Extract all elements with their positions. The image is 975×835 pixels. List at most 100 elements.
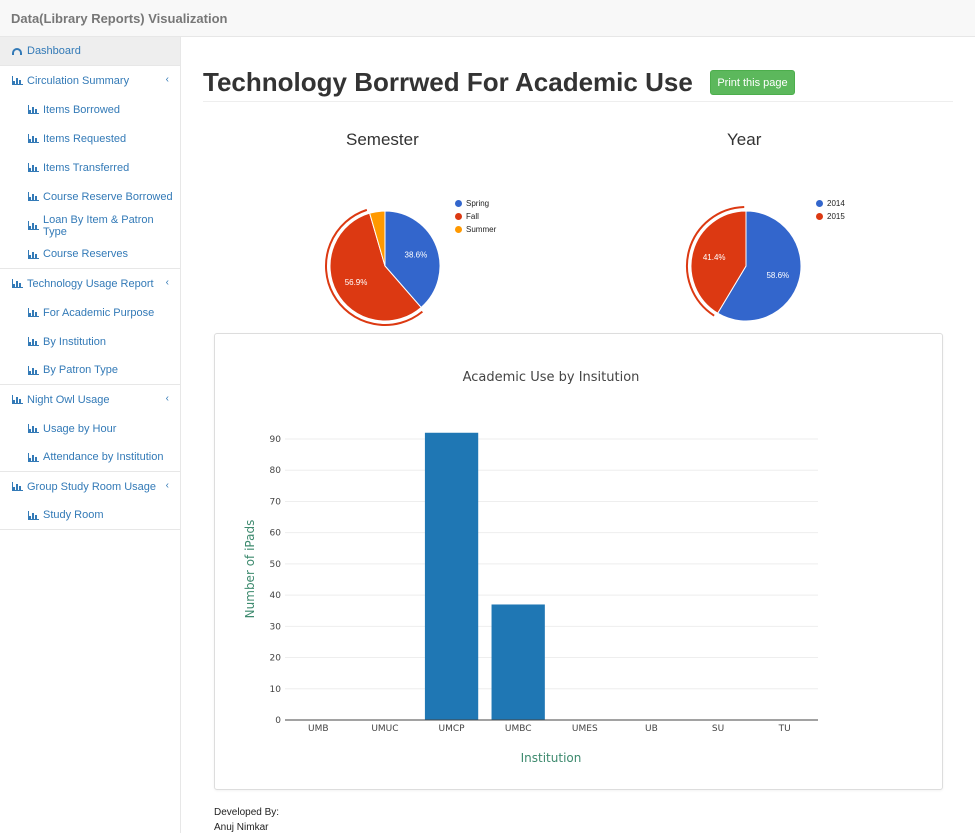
- sidebar-item-attendance-by-institution[interactable]: Attendance by Institution: [0, 443, 180, 472]
- bar-chart-title: Academic Use by Insitution: [463, 370, 640, 385]
- sidebar-item-label: Study Room: [43, 509, 104, 521]
- bar-umcp[interactable]: [424, 432, 479, 720]
- bar-chart-icon: [28, 365, 39, 375]
- bar-chart-icon: [28, 424, 39, 433]
- sidebar-item-label: Technology Usage Report: [27, 277, 154, 290]
- sidebar-item-loan-by-item-patron-type[interactable]: Loan By Item & Patron Type: [0, 211, 180, 240]
- bar-chart-icon: [28, 221, 39, 230]
- sidebar-item-label: Night Owl Usage: [27, 393, 110, 406]
- x-tick-label: UB: [645, 724, 658, 734]
- y-tick-label: 80: [270, 466, 282, 476]
- sidebar-item-label: Items Requested: [43, 132, 127, 145]
- x-tick-label: UMUC: [371, 724, 398, 734]
- sidebar-item-group-study-room-usage[interactable]: Group Study Room Usage ‹: [0, 472, 180, 501]
- chevron-left-icon[interactable]: ‹: [166, 74, 169, 85]
- x-tick-label: UMBC: [505, 724, 532, 734]
- sidebar-item-by-institution[interactable]: By Institution: [0, 327, 180, 356]
- sidebar-item-course-reserves[interactable]: Course Reserves: [0, 240, 180, 269]
- y-axis-label: Number of iPads: [243, 520, 257, 619]
- sidebar-item-night-owl-usage[interactable]: Night Owl Usage ‹: [0, 385, 180, 414]
- footer-developed-by: Developed By:: [214, 807, 280, 818]
- x-tick-label: TU: [778, 724, 791, 734]
- top-navbar: Data(Library Reports) Visualization: [0, 0, 975, 37]
- sidebar-item-usage-by-hour[interactable]: Usage by Hour: [0, 414, 180, 443]
- pie-data-label: 56.9%: [345, 278, 368, 287]
- bar-chart-icon: [12, 395, 23, 404]
- y-tick-label: 90: [270, 435, 282, 445]
- sidebar-item-for-academic-purpose[interactable]: For Academic Purpose: [0, 298, 180, 327]
- y-tick-label: 40: [270, 591, 282, 601]
- legend-label: Summer: [466, 225, 497, 234]
- year-chart-title: Year: [727, 130, 762, 149]
- sidebar-item-label: By Patron Type: [43, 364, 119, 376]
- bar-chart-icon: [28, 249, 39, 259]
- x-axis-label: Institution: [521, 751, 582, 765]
- print-button[interactable]: Print this page: [710, 70, 795, 95]
- y-tick-label: 50: [270, 560, 282, 570]
- sidebar-item-dashboard[interactable]: Dashboard: [0, 37, 180, 66]
- academic-use-bar-chart: Academic Use by Insitution 0 10 20 30 40 50 60 7…: [243, 370, 818, 765]
- sidebar-item-items-requested[interactable]: Items Requested: [0, 124, 180, 153]
- sidebar-item-label: Usage by Hour: [43, 422, 117, 435]
- x-tick-label: UMCP: [439, 724, 466, 734]
- chevron-left-icon[interactable]: ‹: [166, 393, 169, 404]
- sidebar-item-technology-usage-report[interactable]: Technology Usage Report ‹: [0, 269, 180, 298]
- bar-chart-card: Academic Use by Insitution 0 10 20 30 40 50 60 7…: [214, 333, 943, 790]
- app-brand[interactable]: Data(Library Reports) Visualization: [11, 11, 227, 26]
- legend-swatch: [455, 200, 462, 207]
- bar-chart-icon: [28, 337, 39, 346]
- pie-data-label: 58.6%: [766, 271, 789, 280]
- legend-swatch: [455, 213, 462, 220]
- legend-item[interactable]: Summer: [455, 223, 496, 236]
- year-pie-chart: 58.6% 41.4%: [686, 206, 802, 322]
- bar-chart-icon: [28, 510, 39, 520]
- sidebar-item-label: Items Transferred: [43, 161, 130, 174]
- chevron-left-icon[interactable]: ‹: [166, 480, 169, 491]
- bar-chart-icon: [12, 279, 23, 288]
- sidebar-item-label: Course Reserve Borrowed: [43, 190, 173, 203]
- legend-item[interactable]: 2015: [816, 210, 845, 223]
- semester-legend: Spring Fall Summer: [455, 197, 496, 236]
- sidebar-item-label: Group Study Room Usage: [27, 480, 157, 493]
- bar-chart-icon: [28, 308, 39, 317]
- sidebar-item-by-patron-type[interactable]: By Patron Type: [0, 356, 180, 385]
- sidebar-menu: Dashboard Circulation Summary ‹ Items Borro…: [0, 37, 180, 530]
- sidebar-item-label: Course Reserves: [43, 248, 128, 260]
- sidebar-item-items-transferred[interactable]: Items Transferred: [0, 153, 180, 182]
- legend-label: Fall: [466, 212, 479, 221]
- legend-item[interactable]: Fall: [455, 210, 496, 223]
- sidebar-item-circulation-summary[interactable]: Circulation Summary ‹: [0, 66, 180, 95]
- bar-chart-icon: [28, 452, 39, 462]
- title-divider: [203, 101, 953, 102]
- legend-item[interactable]: 2014: [816, 197, 845, 210]
- x-tick-label: UMB: [308, 724, 329, 734]
- sidebar-item-label: Items Borrowed: [43, 103, 121, 116]
- pie-data-label: 41.4%: [703, 253, 726, 262]
- legend-item[interactable]: Spring: [455, 197, 496, 210]
- sidebar-item-items-borrowed[interactable]: Items Borrowed: [0, 95, 180, 124]
- y-tick-label: 20: [270, 654, 282, 664]
- x-tick-label: UMES: [572, 724, 598, 734]
- footer: Developed By: Anuj Nimkar: [214, 805, 279, 835]
- sidebar-item-label: For Academic Purpose: [43, 306, 155, 319]
- bar-chart-icon: [28, 163, 39, 172]
- year-legend: 2014 2015: [816, 197, 845, 223]
- legend-label: 2015: [827, 212, 845, 221]
- bar-umbc[interactable]: [491, 604, 545, 720]
- sidebar-item-label: Circulation Summary: [27, 74, 130, 87]
- sidebar: Dashboard Circulation Summary ‹ Items Borro…: [0, 37, 181, 833]
- sidebar-item-label: Loan By Item & Patron Type: [42, 213, 154, 238]
- legend-swatch: [816, 200, 823, 207]
- y-tick-label: 30: [270, 622, 282, 632]
- sidebar-item-study-room[interactable]: Study Room: [0, 501, 180, 530]
- chevron-left-icon[interactable]: ‹: [166, 277, 169, 288]
- semester-chart-title: Semester: [346, 130, 419, 149]
- sidebar-item-course-reserve-borrowed[interactable]: Course Reserve Borrowed: [0, 182, 180, 211]
- y-tick-label: 60: [270, 529, 282, 539]
- legend-swatch: [816, 213, 823, 220]
- x-tick-label: SU: [712, 724, 724, 734]
- bar-chart-icon: [28, 134, 39, 143]
- semester-pie-chart: 38.6% 56.9%: [325, 208, 441, 326]
- sidebar-item-label: By Institution: [43, 335, 106, 348]
- bar-chart-icon: [28, 105, 39, 114]
